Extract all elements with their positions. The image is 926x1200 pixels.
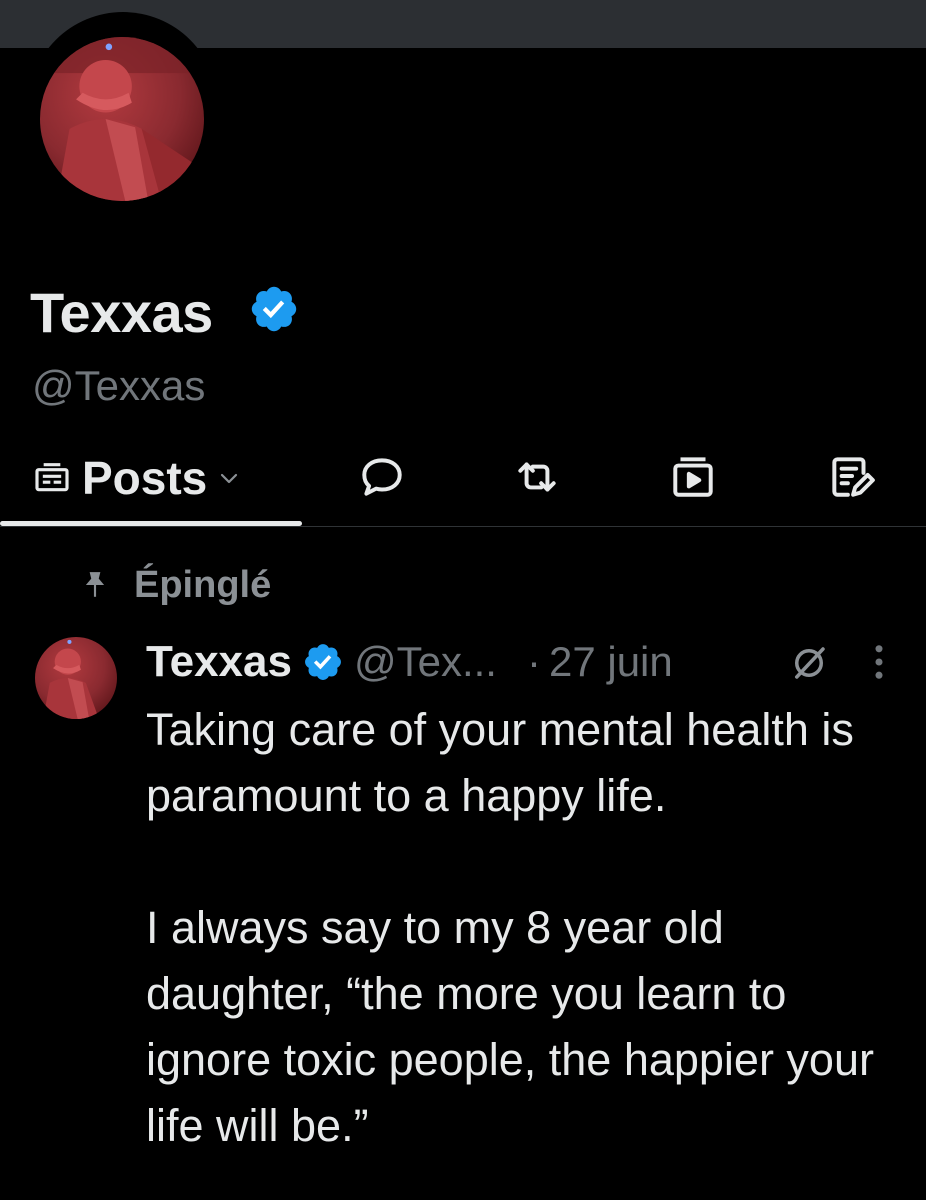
- tab-replies[interactable]: [357, 452, 407, 502]
- chevron-down-icon[interactable]: [217, 466, 241, 490]
- tab-articles[interactable]: [826, 452, 876, 502]
- post-separator: ·: [526, 638, 541, 685]
- post-author-name[interactable]: Texxas: [146, 637, 292, 687]
- post-paragraph: I always say to my 8 year old daughter, …: [146, 902, 874, 1151]
- tab-reposts[interactable]: [512, 452, 562, 502]
- tab-media[interactable]: [668, 452, 718, 502]
- reply-bubble-icon: [362, 458, 402, 496]
- pin-icon: [85, 572, 105, 597]
- tab-posts-label: Posts: [82, 452, 208, 504]
- tabs-divider: [0, 526, 926, 527]
- more-options-icon[interactable]: [864, 640, 894, 684]
- posts-icon: [35, 463, 69, 492]
- profile-handle: @Texxas: [32, 362, 206, 409]
- post-author-avatar[interactable]: [35, 637, 117, 719]
- tab-posts[interactable]: Posts: [32, 446, 241, 510]
- post-header: Texxas @Tex... · 27 juin: [146, 632, 673, 692]
- post-date[interactable]: 27 juin: [549, 638, 673, 686]
- video-icon: [673, 457, 713, 497]
- grok-icon[interactable]: [788, 642, 830, 684]
- post-paragraph: Taking care of your mental health is par…: [146, 704, 854, 821]
- verified-badge-icon[interactable]: [248, 283, 300, 335]
- article-edit-icon: [832, 457, 875, 497]
- repost-icon: [518, 462, 556, 492]
- post-author-handle[interactable]: @Tex...: [354, 638, 497, 686]
- pinned-label: Épinglé: [134, 563, 272, 606]
- profile-tabs: Posts: [0, 440, 926, 528]
- profile-avatar[interactable]: [40, 37, 204, 201]
- verified-badge-icon[interactable]: [302, 641, 344, 683]
- profile-display-name: Texxas: [30, 281, 213, 344]
- post-body: Taking care of your mental health is par…: [146, 697, 916, 1159]
- pinned-indicator: Épinglé: [82, 560, 271, 610]
